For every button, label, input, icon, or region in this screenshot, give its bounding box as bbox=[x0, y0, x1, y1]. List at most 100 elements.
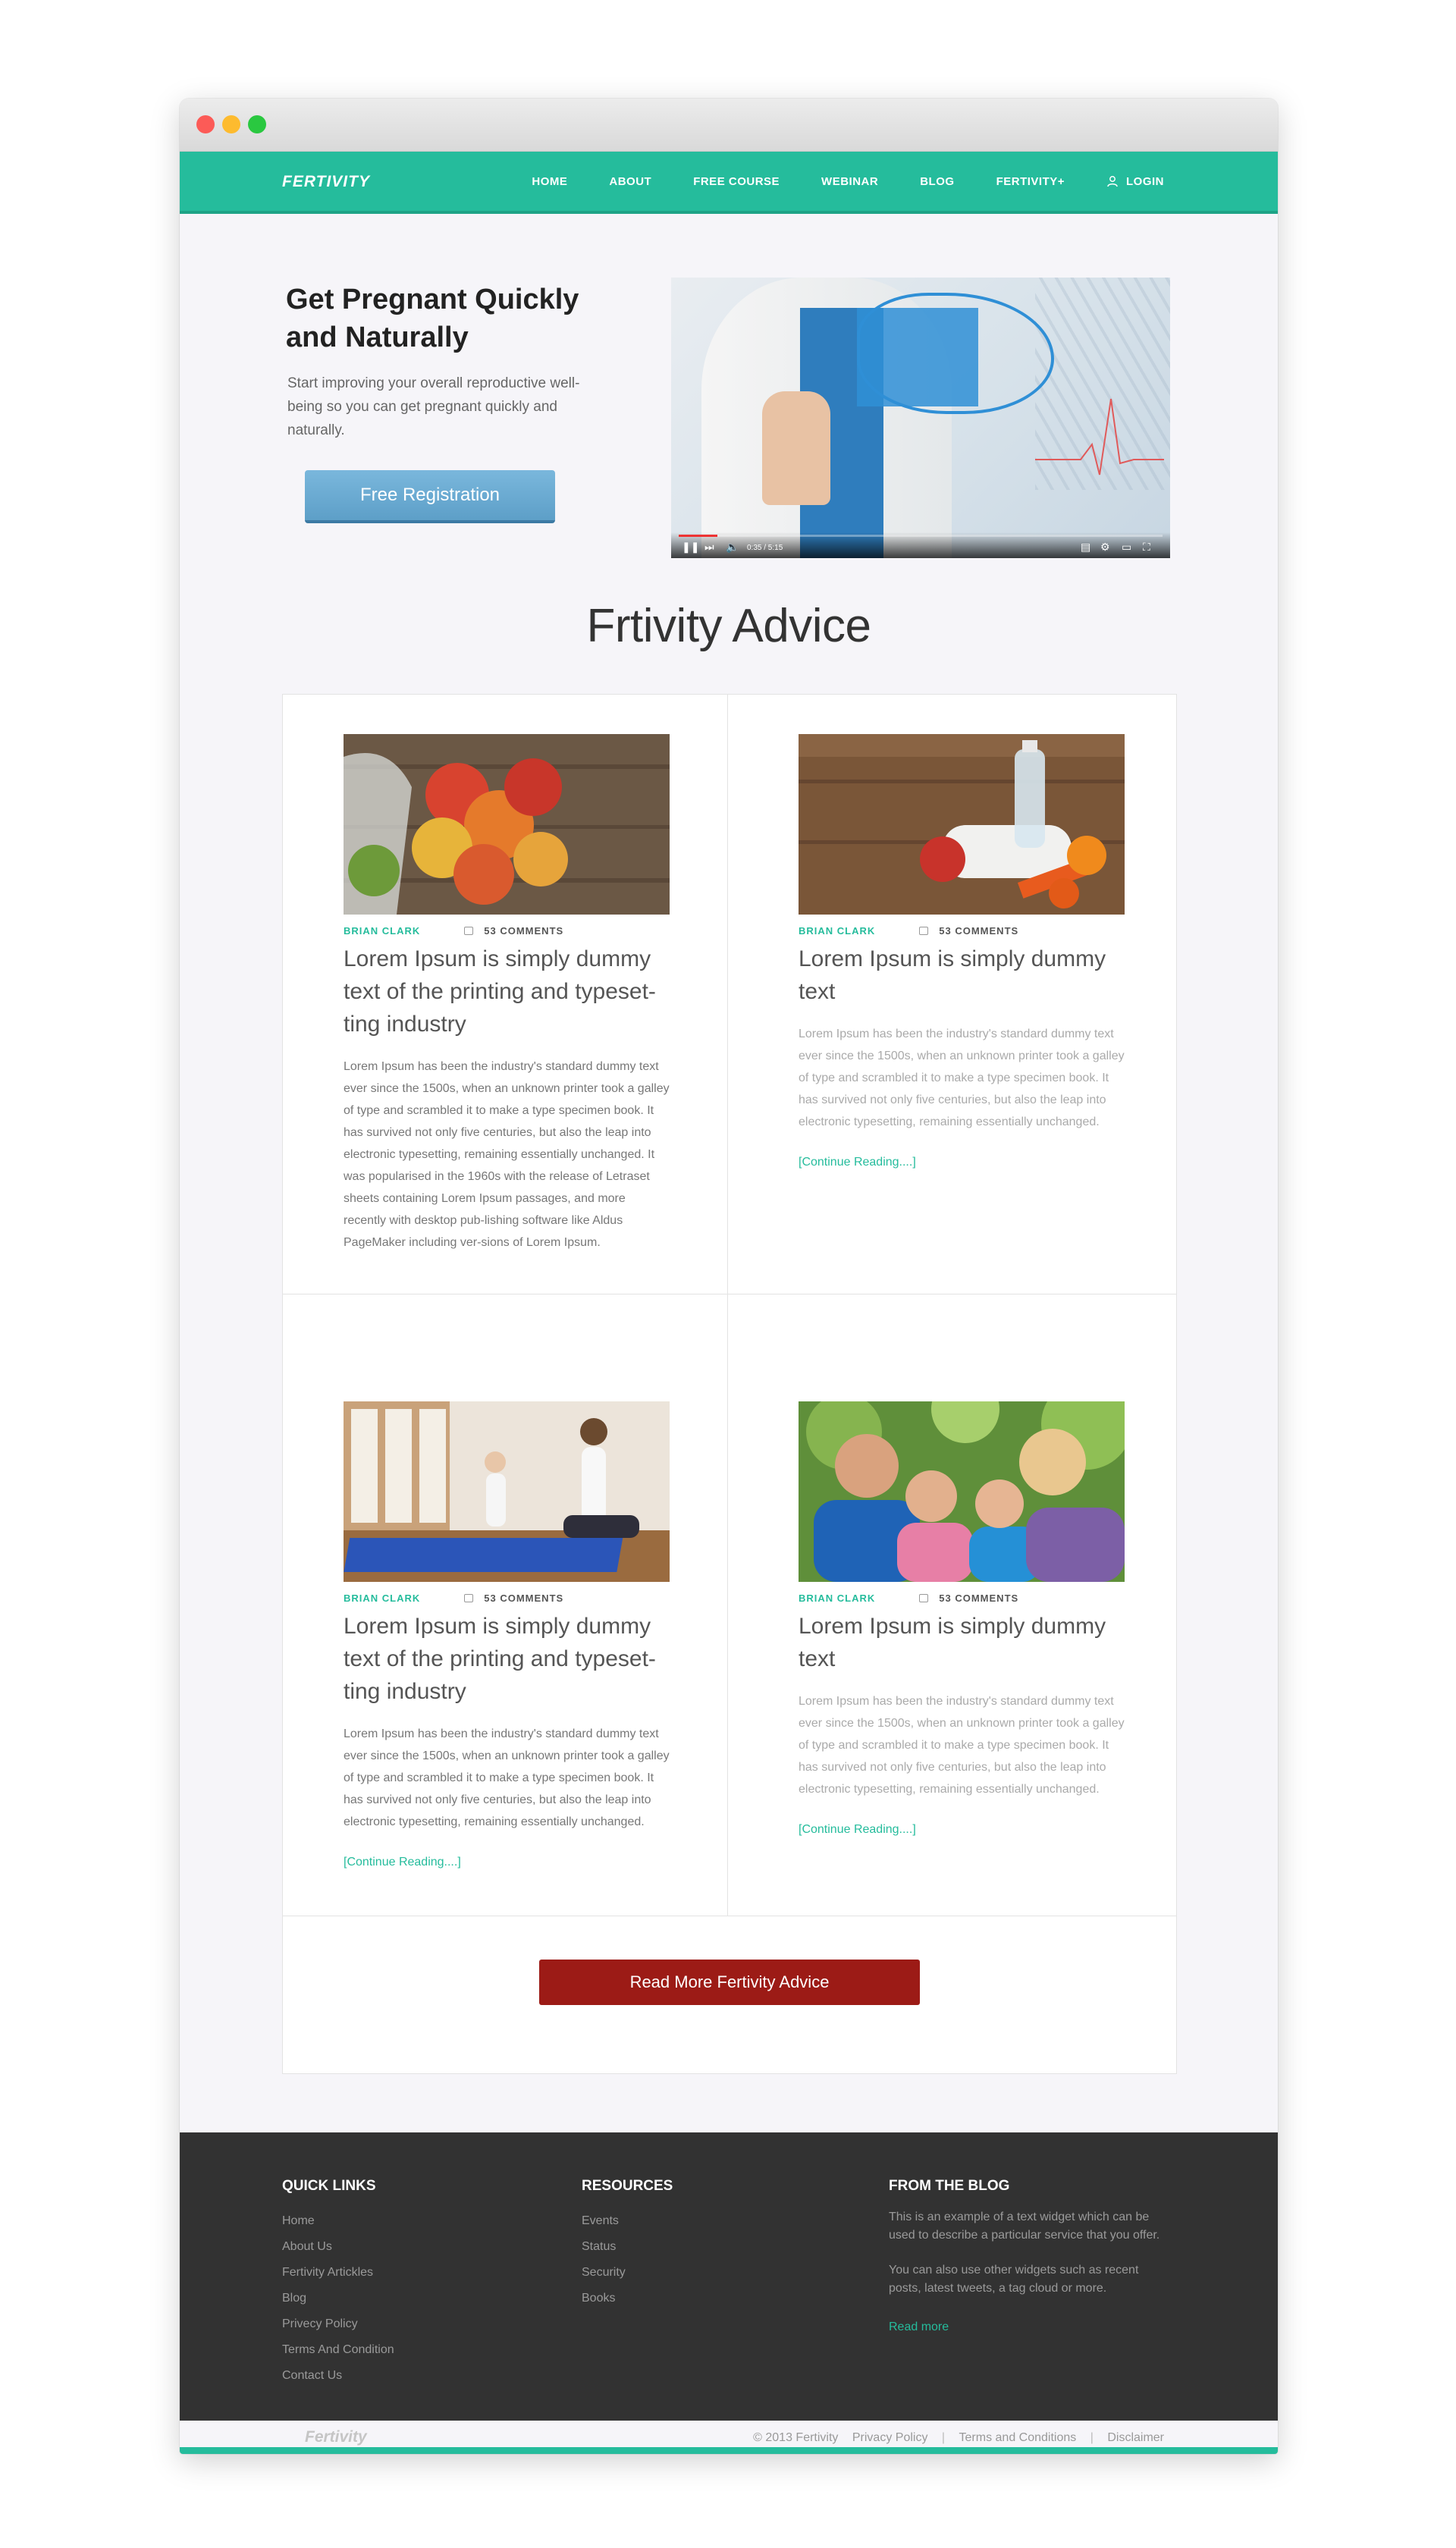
fullscreen-icon[interactable]: ⛶ bbox=[1143, 541, 1150, 554]
separator: | bbox=[1090, 2431, 1094, 2444]
footer-link[interactable]: Fertivity Artickles bbox=[282, 2260, 394, 2286]
hero-title: Get Pregnant Quickly and Naturally bbox=[286, 284, 579, 353]
nav-webinar[interactable]: WEBINAR bbox=[821, 175, 878, 188]
post-title[interactable]: Lorem Ipsum is simply dummy text of the … bbox=[344, 1610, 670, 1708]
comment-icon bbox=[464, 927, 474, 935]
nav-home[interactable]: HOME bbox=[532, 175, 567, 188]
post-author[interactable]: BRIAN CLARK bbox=[799, 1592, 875, 1604]
post-author[interactable]: BRIAN CLARK bbox=[344, 1592, 420, 1604]
footer-heading: RESOURCES bbox=[582, 2178, 673, 2194]
volume-icon[interactable]: 🔈 bbox=[726, 541, 739, 554]
footer-from-the-blog: FROM THE BLOG This is an example of a te… bbox=[889, 2178, 1162, 2340]
comment-icon bbox=[919, 1594, 929, 1602]
disclaimer-link[interactable]: Disclaimer bbox=[1107, 2431, 1164, 2444]
post-image-family[interactable] bbox=[799, 1401, 1125, 1582]
post-title[interactable]: Lorem Ipsum is simply dummy text of the … bbox=[344, 943, 670, 1040]
video-progress-bar[interactable] bbox=[679, 535, 1163, 537]
footer-link[interactable]: Books bbox=[582, 2286, 673, 2311]
footer-link[interactable]: About Us bbox=[282, 2234, 394, 2260]
nav-fertivity-plus[interactable]: FERTIVITY+ bbox=[996, 175, 1065, 188]
site-footer: QUICK LINKS Home About Us Fertivity Arti… bbox=[180, 2132, 1278, 2421]
nav-free-course[interactable]: FREE COURSE bbox=[693, 175, 780, 188]
heartbeat-line-graphic bbox=[1035, 398, 1164, 475]
post-meta: BRIAN CLARK 53 COMMENTS bbox=[799, 925, 1125, 937]
nav-login[interactable]: LOGIN bbox=[1106, 175, 1164, 188]
post-body: Lorem Ipsum has been the industry's stan… bbox=[799, 1695, 1125, 1796]
post-card: BRIAN CLARK 53 COMMENTS Lorem Ipsum is s… bbox=[344, 734, 670, 1254]
post-meta: BRIAN CLARK 53 COMMENTS bbox=[799, 1592, 1125, 1604]
terms-link[interactable]: Terms and Conditions bbox=[959, 2431, 1077, 2444]
post-card: BRIAN CLARK 53 COMMENTS Lorem Ipsum is s… bbox=[344, 1401, 670, 1869]
post-comments[interactable]: 53 COMMENTS bbox=[484, 1592, 563, 1604]
footer-link[interactable]: Privecy Policy bbox=[282, 2311, 394, 2337]
post-title[interactable]: Lorem Ipsum is simply dummy text bbox=[799, 943, 1125, 1008]
continue-reading-link[interactable]: [Continue Reading....] bbox=[344, 1856, 670, 1869]
post-comments[interactable]: 53 COMMENTS bbox=[939, 925, 1018, 937]
minimize-window-button[interactable] bbox=[222, 115, 240, 133]
section-title: Frtivity Advice bbox=[586, 600, 871, 652]
post-comments[interactable]: 53 COMMENTS bbox=[939, 1592, 1018, 1604]
post-meta: BRIAN CLARK 53 COMMENTS bbox=[344, 1592, 670, 1604]
footer-link[interactable]: Home bbox=[282, 2208, 394, 2234]
privacy-policy-link[interactable]: Privacy Policy bbox=[852, 2431, 928, 2444]
settings-icon[interactable]: ⚙ bbox=[1100, 541, 1110, 554]
free-registration-button[interactable]: Free Registration bbox=[305, 470, 555, 523]
post-title[interactable]: Lorem Ipsum is simply dummy text bbox=[799, 1610, 1125, 1675]
copyright: © 2013 Fertivity bbox=[753, 2431, 839, 2444]
browser-window: FERTIVITY HOME ABOUT FREE COURSE WEBINAR… bbox=[180, 99, 1278, 2454]
pause-icon[interactable]: ❚❚ bbox=[682, 541, 699, 554]
hero-subtitle: Start improving your overall reproductiv… bbox=[287, 375, 580, 438]
post-image-apples[interactable] bbox=[344, 734, 670, 915]
footer-quick-links: QUICK LINKS Home About Us Fertivity Arti… bbox=[282, 2178, 394, 2389]
post-card: BRIAN CLARK 53 COMMENTS Lorem Ipsum is s… bbox=[799, 1401, 1125, 1837]
close-window-button[interactable] bbox=[196, 115, 215, 133]
footer-heading: FROM THE BLOG bbox=[889, 2178, 1010, 2194]
footer-link[interactable]: Terms And Condition bbox=[282, 2337, 394, 2363]
hand-graphic bbox=[762, 391, 830, 505]
post-body: Lorem Ipsum has been the industry's stan… bbox=[344, 1727, 670, 1828]
legal-links: © 2013 Fertivity Privacy Policy | Terms … bbox=[742, 2431, 1164, 2445]
continue-reading-link[interactable]: [Continue Reading....] bbox=[799, 1823, 1125, 1837]
post-body: Lorem Ipsum has been the industry's stan… bbox=[344, 1060, 670, 1249]
footer-brand-logo[interactable]: Fertivity bbox=[305, 2428, 367, 2446]
footer-link[interactable]: Security bbox=[582, 2260, 673, 2286]
nav-about[interactable]: ABOUT bbox=[609, 175, 651, 188]
separator: | bbox=[941, 2431, 946, 2444]
footer-link[interactable]: Blog bbox=[282, 2286, 394, 2311]
footer-link[interactable]: Status bbox=[582, 2234, 673, 2260]
captions-icon[interactable]: ▤ bbox=[1081, 541, 1090, 554]
post-image-fitness[interactable] bbox=[799, 734, 1125, 915]
grid-divider-vertical bbox=[727, 695, 728, 1916]
blog-widget-text: This is an example of a text widget whic… bbox=[889, 2211, 1160, 2242]
comment-icon bbox=[464, 1594, 474, 1602]
blog-widget-text: You can also use other widgets such as r… bbox=[889, 2264, 1139, 2295]
hero-video[interactable]: ❚❚ ⏭ 🔈 0:35 / 5:15 ▤ ⚙ ▭ ⛶ bbox=[671, 278, 1170, 558]
next-icon[interactable]: ⏭ bbox=[704, 541, 714, 554]
post-author[interactable]: BRIAN CLARK bbox=[344, 925, 420, 937]
accent-bar bbox=[180, 2447, 1278, 2454]
post-comments[interactable]: 53 COMMENTS bbox=[484, 925, 563, 937]
read-more-advice-button[interactable]: Read More Fertivity Advice bbox=[539, 1960, 920, 2005]
footer-resources: RESOURCES Events Status Security Books bbox=[582, 2178, 673, 2311]
post-meta: BRIAN CLARK 53 COMMENTS bbox=[344, 925, 670, 937]
brand-logo[interactable]: FERTIVITY bbox=[282, 173, 370, 191]
theater-mode-icon[interactable]: ▭ bbox=[1122, 541, 1131, 554]
window-titlebar bbox=[180, 99, 1278, 152]
maximize-window-button[interactable] bbox=[248, 115, 266, 133]
hud-ring-graphic bbox=[857, 293, 1054, 414]
footer-link[interactable]: Events bbox=[582, 2208, 673, 2234]
comment-icon bbox=[919, 927, 929, 935]
main-menu: HOME ABOUT FREE COURSE WEBINAR BLOG FERT… bbox=[490, 152, 1164, 211]
blog-read-more-link[interactable]: Read more bbox=[889, 2314, 1162, 2340]
continue-reading-link[interactable]: [Continue Reading....] bbox=[799, 1156, 1125, 1169]
post-author[interactable]: BRIAN CLARK bbox=[799, 925, 875, 937]
post-card: BRIAN CLARK 53 COMMENTS Lorem Ipsum is s… bbox=[799, 734, 1125, 1169]
top-navbar: FERTIVITY HOME ABOUT FREE COURSE WEBINAR… bbox=[180, 152, 1278, 214]
post-image-yoga[interactable] bbox=[344, 1401, 670, 1582]
login-label: LOGIN bbox=[1126, 174, 1164, 188]
nav-blog[interactable]: BLOG bbox=[920, 175, 954, 188]
post-body: Lorem Ipsum has been the industry's stan… bbox=[799, 1028, 1125, 1128]
footer-heading: QUICK LINKS bbox=[282, 2178, 376, 2194]
footer-link[interactable]: Contact Us bbox=[282, 2363, 394, 2389]
video-progress-fill bbox=[679, 535, 718, 537]
